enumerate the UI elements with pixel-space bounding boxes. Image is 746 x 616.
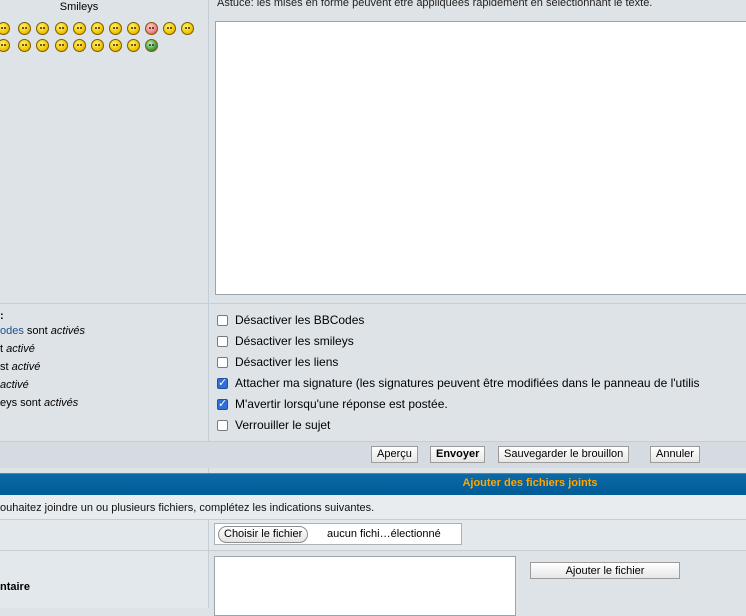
- cancel-button[interactable]: Annuler: [650, 446, 700, 463]
- smiley-icon[interactable]: [73, 39, 86, 52]
- smileys-title: Smileys: [59, 1, 99, 13]
- option-lock-topic[interactable]: Verrouiller le sujet: [217, 417, 330, 433]
- smiley-icon[interactable]: [55, 22, 68, 35]
- option-disable-bbcode[interactable]: Désactiver les BBCodes: [217, 312, 364, 328]
- smiley-icon[interactable]: [163, 22, 176, 35]
- bbcode-link[interactable]: odes: [0, 325, 24, 337]
- smiley-icon[interactable]: [73, 22, 86, 35]
- comment-label: ntaire: [0, 581, 30, 593]
- message-textarea[interactable]: [215, 21, 746, 295]
- smiley-icon[interactable]: [91, 22, 104, 35]
- status-urls: eys sont activés: [0, 397, 79, 409]
- status-smileys: t activé: [0, 343, 35, 355]
- status-flash: activé: [0, 379, 29, 391]
- smiley-icon[interactable]: [181, 22, 194, 35]
- option-disable-smileys[interactable]: Désactiver les smileys: [217, 333, 354, 349]
- smiley-icon[interactable]: [55, 39, 68, 52]
- checkbox[interactable]: [217, 356, 228, 368]
- status-bbcode: odes sont activés: [0, 325, 86, 337]
- smiley-icon[interactable]: [127, 39, 140, 52]
- status-heading: :: [0, 310, 4, 322]
- smiley-icon[interactable]: [18, 39, 31, 52]
- option-disable-links[interactable]: Désactiver les liens: [217, 354, 338, 370]
- checkbox[interactable]: [217, 419, 228, 431]
- smiley-icon[interactable]: [109, 39, 122, 52]
- submit-button[interactable]: Envoyer: [430, 446, 486, 463]
- status-img: st activé: [0, 361, 41, 373]
- add-file-button[interactable]: Ajouter le fichier: [530, 562, 680, 579]
- file-status-text: aucun fichi…électionné: [327, 528, 441, 540]
- checkbox[interactable]: [217, 314, 228, 326]
- checkbox-checked[interactable]: [217, 397, 228, 410]
- option-attach-signature[interactable]: Attacher ma signature (les signatures pe…: [217, 375, 700, 391]
- preview-button[interactable]: Aperçu: [371, 446, 418, 463]
- attachments-info: ouhaitez joindre un ou plusieurs fichier…: [0, 502, 375, 514]
- smiley-icon[interactable]: [36, 39, 49, 52]
- smiley-icon[interactable]: [91, 39, 104, 52]
- editor-tip: Astuce: les mises en forme peuvent être …: [217, 0, 653, 9]
- smileys-panel: [0, 0, 208, 303]
- smiley-icon[interactable]: [18, 22, 31, 35]
- comment-label-cell: [0, 551, 208, 608]
- save-draft-button[interactable]: Sauvegarder le brouillon: [498, 446, 630, 463]
- file-row-label-cell: [0, 520, 208, 550]
- option-notify-reply[interactable]: M'avertir lorsqu'une réponse est postée.: [217, 396, 448, 412]
- smiley-icon[interactable]: [127, 22, 140, 35]
- choose-file-button[interactable]: Choisir le fichier: [218, 526, 309, 543]
- checkbox[interactable]: [217, 335, 228, 347]
- smiley-icon[interactable]: [145, 22, 158, 35]
- smiley-icon[interactable]: [36, 22, 49, 35]
- smiley-icon[interactable]: [109, 22, 122, 35]
- checkbox-checked[interactable]: [217, 376, 228, 389]
- section-divider: [0, 303, 746, 304]
- smiley-icon[interactable]: [145, 39, 158, 52]
- file-comment-textarea[interactable]: [214, 556, 516, 616]
- attachments-title: Ajouter des fichiers joints: [462, 477, 598, 489]
